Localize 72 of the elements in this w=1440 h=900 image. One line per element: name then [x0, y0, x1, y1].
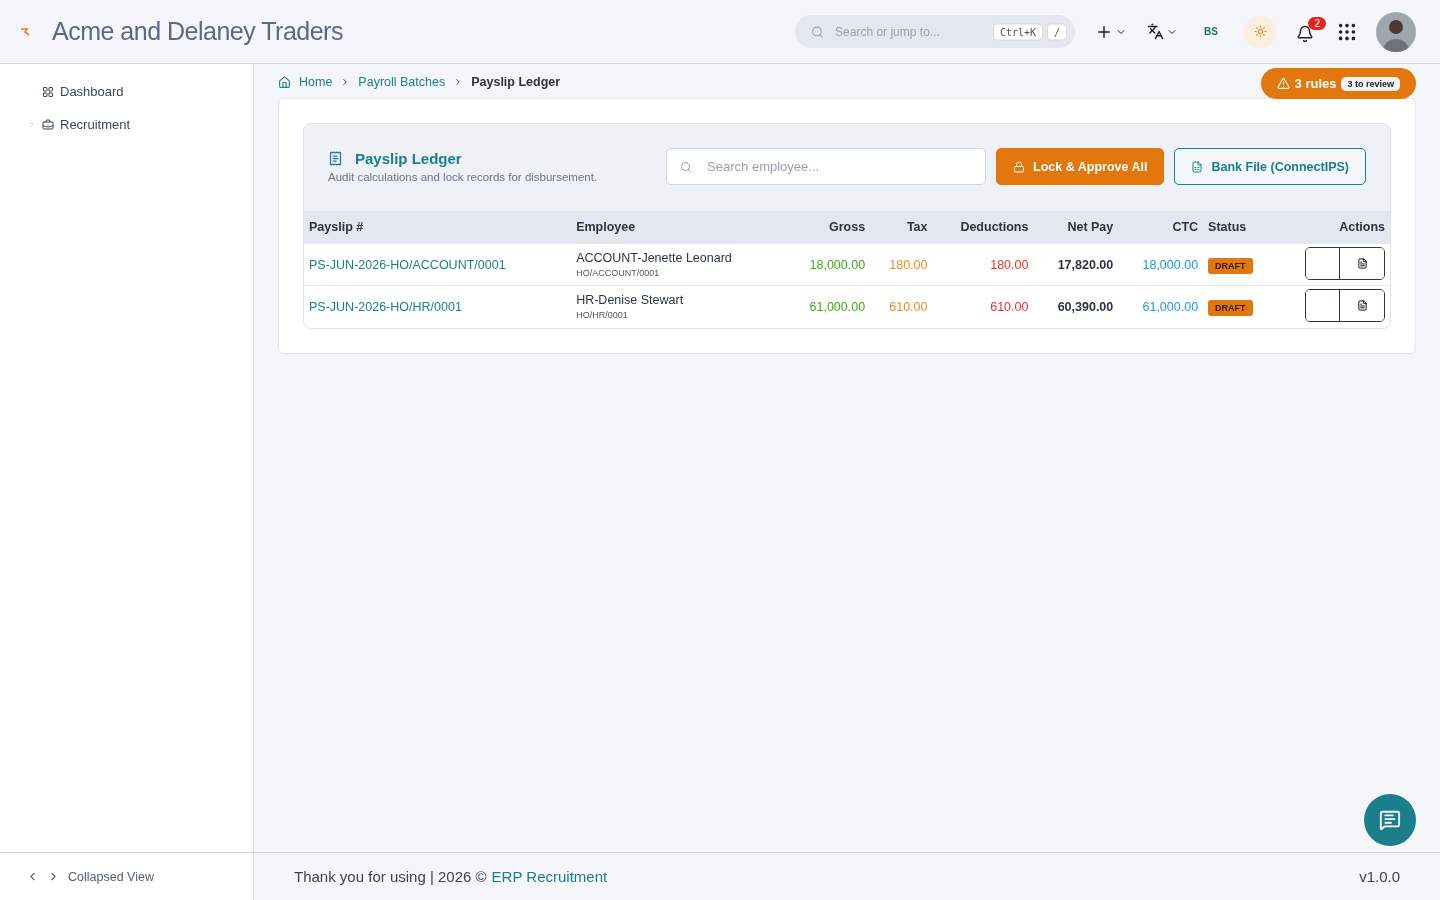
column-header: Gross: [785, 211, 871, 244]
amount-cell: 610.00: [990, 299, 1029, 314]
version-label: v1.0.0: [1359, 868, 1400, 885]
status-badge: DRAFT: [1208, 257, 1253, 274]
amount-cell: 60,390.00: [1057, 299, 1114, 314]
search-icon: [680, 160, 693, 173]
column-header: Employee: [571, 211, 786, 244]
briefcase-icon: [42, 118, 54, 131]
column-header: Deductions: [932, 211, 1034, 244]
breadcrumb-link[interactable]: Payslip Ledger: [471, 75, 561, 89]
amount-cell: 180.00: [990, 257, 1029, 272]
breadcrumb-link[interactable]: Payroll Batches: [358, 75, 446, 89]
chat-icon: [1379, 809, 1401, 831]
review-count: 3 to review: [1341, 76, 1400, 91]
employee-search-field[interactable]: Search employee...: [666, 148, 987, 185]
search-icon: [811, 25, 825, 38]
pdf-button[interactable]: [1339, 290, 1384, 322]
pdf-button[interactable]: [1339, 248, 1384, 279]
amount-cell: 18,000.00: [1142, 257, 1199, 272]
expand-caret-icon: [28, 120, 36, 129]
column-header: Tax: [870, 211, 933, 244]
footer-link[interactable]: ERP Recruitment: [491, 868, 608, 885]
amount-cell: 61,000.00: [1142, 299, 1199, 314]
panel-title: Payslip Ledger: [355, 150, 462, 167]
bank-file-button[interactable]: Bank File (ConnectIPS): [1174, 148, 1366, 185]
notifications-button[interactable]: 2: [1296, 17, 1326, 46]
lock-icon: [1013, 160, 1026, 173]
receipt-icon: [328, 151, 343, 166]
column-header: CTC: [1118, 211, 1204, 244]
column-header: Payslip #: [304, 211, 572, 244]
shortcut-key: Ctrl+K: [992, 23, 1044, 40]
user-avatar[interactable]: [1376, 11, 1416, 52]
amount-cell: 610.00: [889, 299, 928, 314]
employee-code: HO/HR/0001: [576, 310, 629, 321]
employee-name: ACCOUNT-Jenette Leonard: [576, 251, 732, 265]
shortcut-key: /: [1047, 23, 1068, 40]
spreadsheet-icon: [1191, 160, 1204, 173]
amount-cell: 17,820.00: [1057, 257, 1114, 272]
translate-icon: [1147, 23, 1165, 40]
chat-button[interactable]: [1364, 794, 1416, 846]
column-header: Actions: [1273, 211, 1390, 244]
column-header: Net Pay: [1033, 211, 1119, 244]
sidebar-item[interactable]: Recruitment: [28, 117, 253, 132]
footer-text: Thank you for using | 2026 © ERP Recruitment: [294, 868, 608, 885]
approve-button[interactable]: Lock & Approve All: [996, 148, 1165, 185]
collapsed-view-label[interactable]: Collapsed View: [68, 869, 154, 884]
theme-toggle[interactable]: [1244, 15, 1276, 48]
bell-icon: [1296, 25, 1314, 43]
sun-icon: [1253, 25, 1267, 38]
status-badge: DRAFT: [1208, 299, 1253, 316]
notification-count: 2: [1308, 17, 1326, 30]
document-icon: [1356, 258, 1368, 269]
logo-icon: [20, 27, 30, 36]
warning-icon: [1276, 77, 1290, 90]
employee-name: HR-Denise Stewart: [576, 293, 684, 308]
panel-subtitle: Audit calculations and lock records for disbursement.: [328, 171, 599, 183]
column-header: Status: [1203, 211, 1274, 244]
calendar-toggle[interactable]: BS: [1198, 25, 1224, 38]
amount-cell: 180.00: [889, 257, 928, 272]
company-name: Acme and Delaney Traders: [52, 17, 343, 46]
amount-cell: 61,000.00: [809, 299, 866, 314]
home-icon: [278, 75, 291, 89]
employee-code: HO/ACCOUNT/0001: [576, 268, 661, 278]
sidebar-item[interactable]: Dashboard: [28, 84, 253, 99]
document-icon: [1356, 300, 1368, 312]
rules-button[interactable]: 3 rules 3 to review: [1260, 68, 1416, 99]
payslip-link[interactable]: PS-JUN-2026-HO/ACCOUNT/0001: [309, 257, 506, 272]
amount-cell: 18,000.00: [809, 257, 866, 272]
grid-icon: [42, 85, 54, 98]
language-menu-button[interactable]: [1147, 23, 1179, 40]
breadcrumb-link[interactable]: Home: [299, 75, 333, 89]
payslip-link[interactable]: PS-JUN-2026-HO/HR/0001: [309, 299, 462, 314]
